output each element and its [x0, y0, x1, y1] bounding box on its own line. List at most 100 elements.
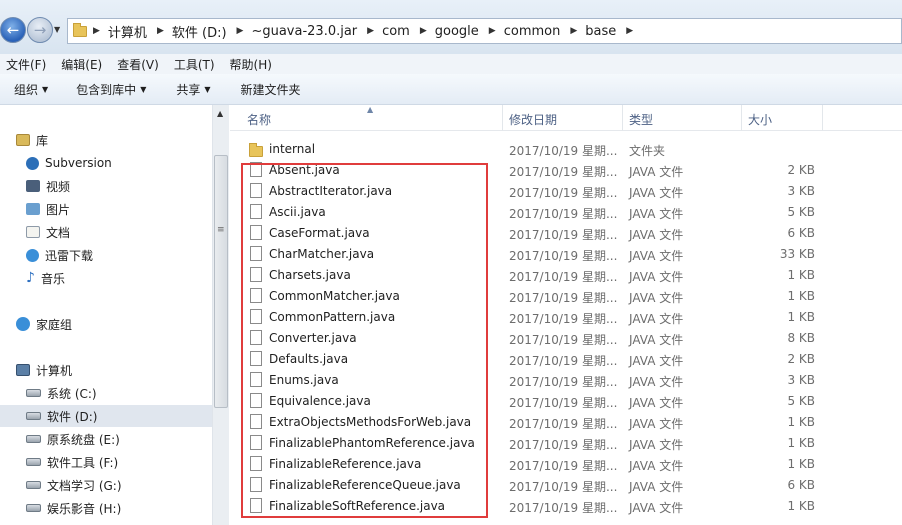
nav-documents[interactable]: 文档 — [26, 221, 70, 243]
new-folder-button[interactable]: 新建文件夹 — [241, 81, 301, 98]
nav-computer-label: 计算机 — [36, 363, 73, 378]
organize-button[interactable]: 组织 ▼ — [14, 81, 48, 98]
forward-arrow-icon: → — [33, 21, 47, 39]
subversion-icon — [26, 156, 39, 170]
file-icon — [250, 246, 262, 261]
chevron-right-icon[interactable]: ▶ — [157, 26, 164, 36]
file-row[interactable]: CharMatcher.java 2017/10/19 星期... JAVA 文件 3… — [230, 244, 902, 265]
file-size: 1 KB — [787, 289, 815, 303]
breadcrumb-common[interactable]: common — [504, 24, 561, 39]
breadcrumb-google[interactable]: google — [435, 24, 479, 39]
file-date: 2017/10/19 星期... — [509, 249, 618, 263]
menu-bar: 文件(F) 编辑(E) 查看(V) 工具(T) 帮助(H) — [0, 54, 902, 74]
file-type: JAVA 文件 — [629, 228, 684, 242]
file-row[interactable]: FinalizableReference.java 2017/10/19 星期..… — [230, 454, 902, 475]
file-icon — [250, 414, 262, 429]
column-divider[interactable] — [622, 105, 623, 131]
library-icon — [16, 134, 30, 146]
file-row[interactable]: Enums.java 2017/10/19 星期... JAVA 文件 3 KB — [230, 370, 902, 391]
file-row[interactable]: Equivalence.java 2017/10/19 星期... JAVA 文件 5… — [230, 391, 902, 412]
file-name: FinalizableSoftReference.java — [269, 499, 446, 513]
nav-subversion[interactable]: Subversion — [26, 152, 112, 174]
chevron-right-icon[interactable]: ▶ — [237, 26, 244, 36]
sort-ascending-icon: ▲ — [367, 105, 374, 114]
file-size: 1 KB — [787, 310, 815, 324]
file-row[interactable]: CommonMatcher.java 2017/10/19 星期... JAVA 文… — [230, 286, 902, 307]
scroll-up-icon[interactable]: ▲ — [217, 109, 223, 118]
file-date: 2017/10/19 星期... — [509, 165, 618, 179]
file-row[interactable]: FinalizableSoftReference.java 2017/10/19 … — [230, 496, 902, 517]
file-row[interactable]: CaseFormat.java 2017/10/19 星期... JAVA 文件 6 … — [230, 223, 902, 244]
menu-file[interactable]: 文件(F) — [6, 56, 46, 73]
file-size: 33 KB — [779, 247, 815, 261]
file-row[interactable]: Charsets.java 2017/10/19 星期... JAVA 文件 1 KB — [230, 265, 902, 286]
nav-computer[interactable]: 计算机 — [16, 359, 72, 381]
chevron-right-icon[interactable]: ▶ — [570, 26, 577, 36]
nav-drive-d[interactable]: 软件 (D:) — [0, 405, 212, 427]
breadcrumb-jar[interactable]: ~guava-23.0.jar — [251, 24, 357, 39]
nav-drive-h[interactable]: 娱乐影音 (H:) — [26, 497, 121, 519]
file-type: JAVA 文件 — [629, 207, 684, 221]
scrollbar-thumb[interactable] — [214, 155, 228, 408]
nav-xunlei[interactable]: 迅雷下载 — [26, 244, 93, 266]
nav-videos[interactable]: 视频 — [26, 175, 70, 197]
chevron-right-icon[interactable]: ▶ — [420, 26, 427, 36]
breadcrumb-drive-d[interactable]: 软件 (D:) — [172, 22, 227, 41]
menu-tools[interactable]: 工具(T) — [174, 56, 215, 73]
file-icon — [250, 393, 262, 408]
folder-row[interactable]: internal 2017/10/19 星期... 文件夹 — [230, 139, 902, 160]
menu-view[interactable]: 查看(V) — [117, 56, 159, 73]
file-name: CommonPattern.java — [269, 310, 396, 324]
file-name: ExtraObjectsMethodsForWeb.java — [269, 415, 472, 429]
file-row[interactable]: FinalizablePhantomReference.java 2017/10/… — [230, 433, 902, 454]
file-size: 1 KB — [787, 415, 815, 429]
file-row[interactable]: CommonPattern.java 2017/10/19 星期... JAVA 文… — [230, 307, 902, 328]
history-dropdown-icon[interactable]: ▼ — [54, 25, 60, 34]
nav-pictures[interactable]: 图片 — [26, 198, 70, 220]
share-button[interactable]: 共享 ▼ — [176, 81, 210, 98]
file-date: 2017/10/19 星期... — [509, 480, 618, 494]
file-row[interactable]: Ascii.java 2017/10/19 星期... JAVA 文件 5 KB — [230, 202, 902, 223]
column-divider[interactable] — [741, 105, 742, 131]
forward-button[interactable]: → — [27, 17, 53, 43]
column-divider[interactable] — [822, 105, 823, 131]
column-header-size[interactable]: 大小 — [748, 111, 772, 128]
nav-drive-c[interactable]: 系统 (C:) — [26, 382, 97, 404]
column-divider[interactable] — [502, 105, 503, 131]
chevron-right-icon[interactable]: ▶ — [489, 26, 496, 36]
column-header-date[interactable]: 修改日期 — [509, 111, 557, 128]
breadcrumb-base[interactable]: base — [585, 24, 616, 39]
breadcrumb-com[interactable]: com — [382, 24, 410, 39]
nav-libraries[interactable]: 库 — [16, 129, 48, 151]
file-icon — [250, 162, 262, 177]
file-row[interactable]: Defaults.java 2017/10/19 星期... JAVA 文件 2 KB — [230, 349, 902, 370]
chevron-right-icon[interactable]: ▶ — [367, 26, 374, 36]
nav-libraries-label: 库 — [36, 133, 49, 148]
file-date: 2017/10/19 星期... — [509, 375, 618, 389]
column-header-name[interactable]: 名称 — [247, 111, 271, 128]
file-name: Enums.java — [269, 373, 339, 387]
file-row[interactable]: ExtraObjectsMethodsForWeb.java 2017/10/19… — [230, 412, 902, 433]
nav-drive-e[interactable]: 原系统盘 (E:) — [26, 428, 120, 450]
file-row[interactable]: Absent.java 2017/10/19 星期... JAVA 文件 2 KB — [230, 160, 902, 181]
nav-music[interactable]: ♪ 音乐 — [26, 267, 65, 289]
column-header-type[interactable]: 类型 — [629, 111, 653, 128]
file-row[interactable]: FinalizableReferenceQueue.java 2017/10/19… — [230, 475, 902, 496]
breadcrumb-computer[interactable]: 计算机 — [108, 22, 147, 41]
file-icon — [250, 225, 262, 240]
back-button[interactable]: ← — [0, 17, 26, 43]
file-type: JAVA 文件 — [629, 312, 684, 326]
chevron-right-icon[interactable]: ▶ — [626, 26, 633, 36]
file-row[interactable]: AbstractIterator.java 2017/10/19 星期... JAV… — [230, 181, 902, 202]
menu-edit[interactable]: 编辑(E) — [61, 56, 102, 73]
address-bar[interactable]: ▶ 计算机 ▶ 软件 (D:) ▶ ~guava-23.0.jar ▶ com ▶ goo… — [67, 18, 902, 44]
menu-help[interactable]: 帮助(H) — [230, 56, 272, 73]
nav-homegroup[interactable]: 家庭组 — [16, 313, 72, 335]
chevron-right-icon[interactable]: ▶ — [93, 26, 100, 36]
file-row[interactable]: Converter.java 2017/10/19 星期... JAVA 文件 8 K… — [230, 328, 902, 349]
include-in-library-button[interactable]: 包含到库中 ▼ — [76, 81, 146, 98]
nav-scrollbar[interactable]: ▲ ≡ — [212, 105, 229, 525]
nav-drive-f[interactable]: 软件工具 (F:) — [26, 451, 118, 473]
file-icon — [250, 456, 262, 471]
nav-drive-g[interactable]: 文档学习 (G:) — [26, 474, 122, 496]
